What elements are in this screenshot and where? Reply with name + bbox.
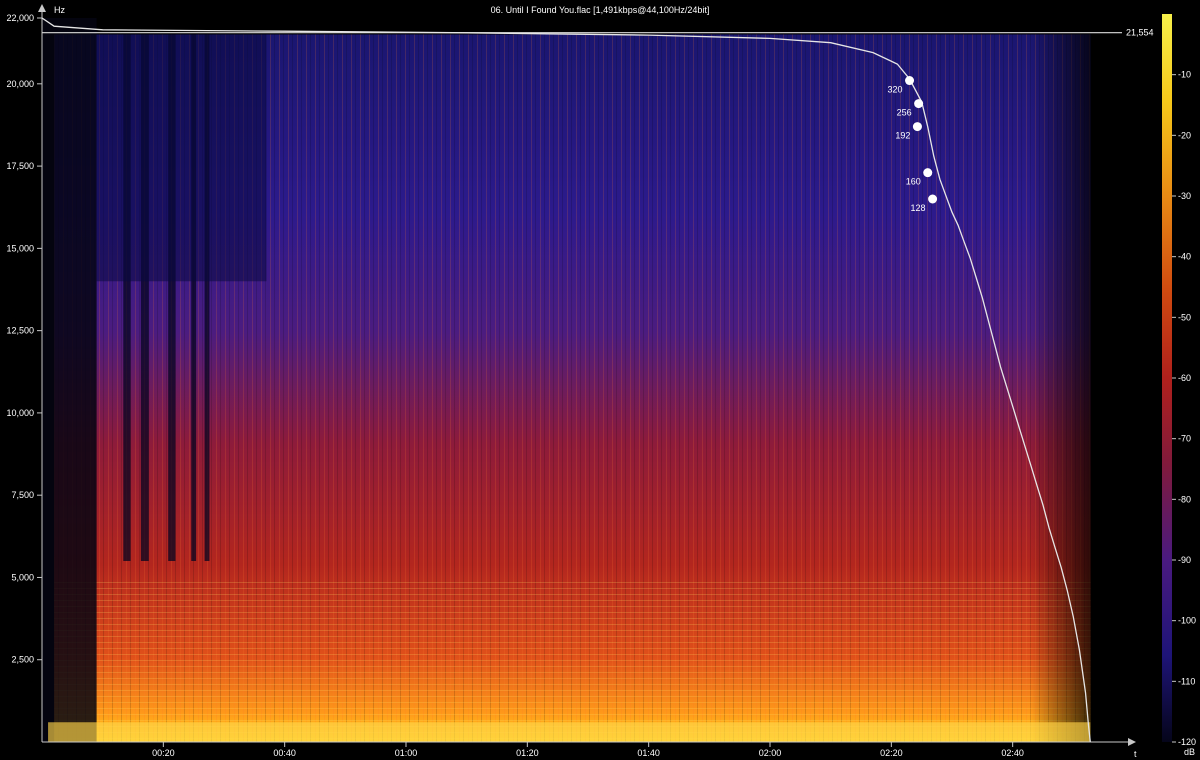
bitrate-marker-label-256: 256	[897, 108, 912, 118]
spectrogram-low-band	[48, 722, 1091, 742]
y-tick-label-0: 2,500	[11, 655, 34, 665]
spectrogram-intro-dark	[42, 18, 97, 742]
colorbar-tick-label-7: -80	[1178, 494, 1191, 504]
y-axis-unit: Hz	[54, 5, 65, 15]
bitrate-marker-320	[905, 76, 915, 86]
x-tick-label-2: 01:00	[395, 748, 418, 758]
x-tick-label-5: 02:00	[759, 748, 782, 758]
x-tick-label-7: 02:40	[1001, 748, 1024, 758]
colorbar-tick-label-0: -10	[1178, 70, 1191, 80]
bitrate-marker-label-320: 320	[888, 85, 903, 95]
spectrogram-harmonic-texture	[54, 577, 1091, 742]
colorbar-tick-label-3: -40	[1178, 252, 1191, 262]
y-tick-label-4: 12,500	[6, 326, 34, 336]
y-tick-label-5: 15,000	[6, 243, 34, 253]
colorbar-tick-label-1: -20	[1178, 130, 1191, 140]
y-tick-label-1: 5,000	[11, 572, 34, 582]
colorbar-gradient	[1162, 14, 1172, 742]
colorbar-tick-label-11: -120	[1178, 737, 1196, 747]
x-tick-label-4: 01:40	[637, 748, 660, 758]
spectrogram-area	[42, 18, 1134, 743]
colorbar-tick-label-9: -100	[1178, 616, 1196, 626]
colorbar-tick-label-5: -60	[1178, 373, 1191, 383]
x-tick-label-0: 00:20	[152, 748, 175, 758]
bitrate-marker-128	[928, 194, 938, 204]
x-axis-ticks: 00:20 00:40 01:00 01:20 01:40 02:00 02:20 02:40	[152, 742, 1024, 758]
y-tick-label-8: 22,000	[6, 13, 34, 23]
spectrogram-window: 06. Until I Found You.flac [1,491kbps@44…	[0, 0, 1200, 760]
x-tick-label-1: 00:40	[273, 748, 296, 758]
y-tick-label-2: 7,500	[11, 490, 34, 500]
x-tick-label-6: 02:20	[880, 748, 903, 758]
colorbar-unit: dB	[1184, 747, 1195, 757]
spectrogram-chart: 06. Until I Found You.flac [1,491kbps@44…	[6, 4, 1196, 759]
y-axis-arrow	[38, 4, 46, 12]
bitrate-marker-192	[912, 122, 922, 132]
bitrate-marker-label-128: 128	[911, 203, 926, 213]
x-axis-unit: t	[1134, 749, 1137, 759]
bitrate-marker-label-160: 160	[906, 177, 921, 187]
colorbar-tick-label-10: -110	[1178, 676, 1195, 686]
y-tick-label-6: 17,500	[6, 161, 34, 171]
bitrate-marker-160	[923, 168, 933, 178]
colorbar-tick-label-6: -70	[1178, 434, 1191, 444]
y-tick-label-3: 10,000	[6, 408, 34, 418]
colorbar: -10 -20 -30 -40 -50 -60 -70 -80 -90 -100 -110 -120	[1162, 14, 1196, 747]
x-tick-label-3: 01:20	[516, 748, 539, 758]
colorbar-ticks: -10 -20 -30 -40 -50 -60 -70 -80 -90 -100 -110 -120	[1172, 70, 1196, 747]
y-tick-label-7: 20,000	[6, 79, 34, 89]
spectrogram-tail-fade	[1030, 34, 1091, 743]
bitrate-marker-label-192: 192	[895, 131, 910, 141]
spectrogram-intro-upper	[96, 34, 267, 282]
bitrate-marker-256	[914, 99, 924, 109]
colorbar-tick-label-8: -90	[1178, 555, 1191, 565]
colorbar-tick-label-4: -50	[1178, 312, 1191, 322]
colorbar-tick-label-2: -30	[1178, 191, 1191, 201]
chart-title: 06. Until I Found You.flac [1,491kbps@44…	[491, 5, 710, 15]
cutoff-line-label: 21,554	[1126, 28, 1154, 38]
y-axis-ticks: 2,500 5,000 7,500 10,000 12,500 15,000 17,500 2…	[6, 13, 42, 665]
